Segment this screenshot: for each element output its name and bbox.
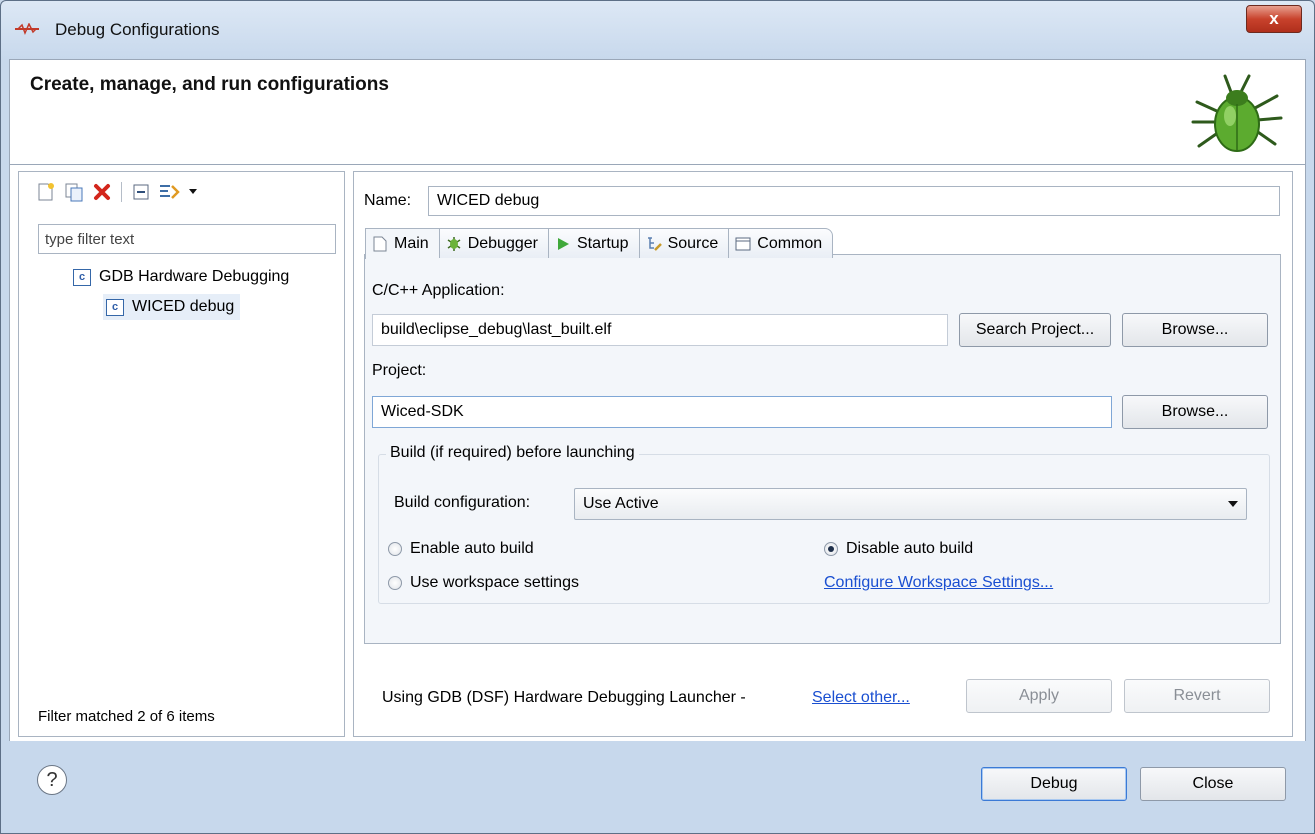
disable-auto-build-radio[interactable]: Disable auto build [824,540,973,558]
filter-configurations-button[interactable] [158,181,180,203]
tree-item-label: WICED debug [132,298,235,315]
configuration-editor-panel: Name: Main Debugger [353,171,1293,737]
launcher-text: Using GDB (DSF) Hardware Debugging Launc… [382,689,746,706]
browse-project-button[interactable]: Browse... [1122,395,1268,429]
tree-item-gdb-hardware-debugging[interactable]: c GDB Hardware Debugging [73,264,289,290]
tab-common[interactable]: Common [728,228,834,258]
collapse-all-icon [133,184,149,200]
enable-auto-build-radio[interactable]: Enable auto build [388,540,534,558]
startup-tab-icon [555,236,571,252]
tab-debugger-label: Debugger [467,234,538,252]
source-tab-icon [646,236,662,252]
build-configuration-label: Build configuration: [394,494,531,511]
build-configuration-select[interactable]: Use Active [574,488,1247,520]
debug-button[interactable]: Debug [981,767,1127,801]
revert-button[interactable]: Revert [1124,679,1270,713]
bug-icon [1191,74,1283,152]
tab-main[interactable]: Main [365,228,439,259]
application-input[interactable] [372,314,948,346]
apply-button[interactable]: Apply [966,679,1112,713]
common-tab-icon [735,236,751,252]
toolbar-separator [121,182,122,202]
delete-icon [94,184,110,200]
help-icon[interactable]: ? [37,765,67,795]
tab-startup[interactable]: Startup [547,228,639,258]
view-menu-button[interactable] [186,181,200,203]
new-config-icon [38,183,54,201]
duplicate-configuration-button[interactable] [63,181,85,203]
tab-main-label: Main [394,235,429,252]
application-label: C/C++ Application: [372,282,505,299]
config-toolbar [35,178,200,206]
window-close-button[interactable]: x [1246,5,1302,33]
use-workspace-settings-radio[interactable]: Use workspace settings [388,574,579,592]
project-label: Project: [372,362,427,379]
build-configuration-value: Use Active [583,495,659,512]
filter-icon [160,185,180,199]
window-title: Debug Configurations [55,20,220,39]
title-bar: Debug Configurations x [1,1,1314,59]
use-workspace-settings-label: Use workspace settings [410,574,579,591]
filter-status: Filter matched 2 of 6 items [38,708,215,725]
build-group-title: Build (if required) before launching [386,444,639,462]
radio-unchecked-icon [388,542,402,556]
dialog-header-title: Create, manage, and run configurations [30,74,389,95]
dropdown-arrow-icon [189,189,197,194]
search-project-button[interactable]: Search Project... [959,313,1111,347]
c-file-icon: c [73,268,91,286]
browse-application-button[interactable]: Browse... [1122,313,1268,347]
tab-source[interactable]: Source [638,228,729,258]
duplicate-icon [65,183,83,202]
debugger-tab-icon [446,236,462,252]
disable-auto-build-label: Disable auto build [846,540,974,557]
filter-input[interactable] [38,224,336,254]
name-input[interactable] [428,186,1280,216]
tab-debugger[interactable]: Debugger [438,228,548,258]
radio-checked-icon [824,542,838,556]
collapse-all-button[interactable] [130,181,152,203]
tree-item-wiced-debug[interactable]: c WICED debug [103,294,241,320]
dialog-header: Create, manage, and run configurations [9,59,1306,165]
delete-configuration-button[interactable] [91,181,113,203]
tree-item-label: GDB Hardware Debugging [99,268,290,285]
chevron-down-icon [1228,501,1238,507]
tab-startup-label: Startup [576,234,629,252]
configure-workspace-settings-link[interactable]: Configure Workspace Settings... [824,574,1053,592]
config-tabs: Main Debugger Startup Source Common [365,228,834,259]
project-input[interactable] [372,396,1112,428]
close-button[interactable]: Close [1140,767,1286,801]
debug-configurations-window: Debug Configurations x Create, manage, a… [0,0,1315,834]
c-file-icon: c [106,298,124,316]
tab-common-label: Common [757,234,823,252]
tab-source-label: Source [667,234,719,252]
eclipse-debug-icon [15,23,39,35]
radio-unchecked-icon [388,576,402,590]
configuration-list-panel: c GDB Hardware Debugging c WICED debug F… [18,171,345,737]
name-label: Name: [364,192,412,209]
new-configuration-button[interactable] [35,181,57,203]
select-other-launcher-link[interactable]: Select other... [812,689,910,707]
enable-auto-build-label: Enable auto build [410,540,534,557]
main-tab-icon [372,236,388,252]
